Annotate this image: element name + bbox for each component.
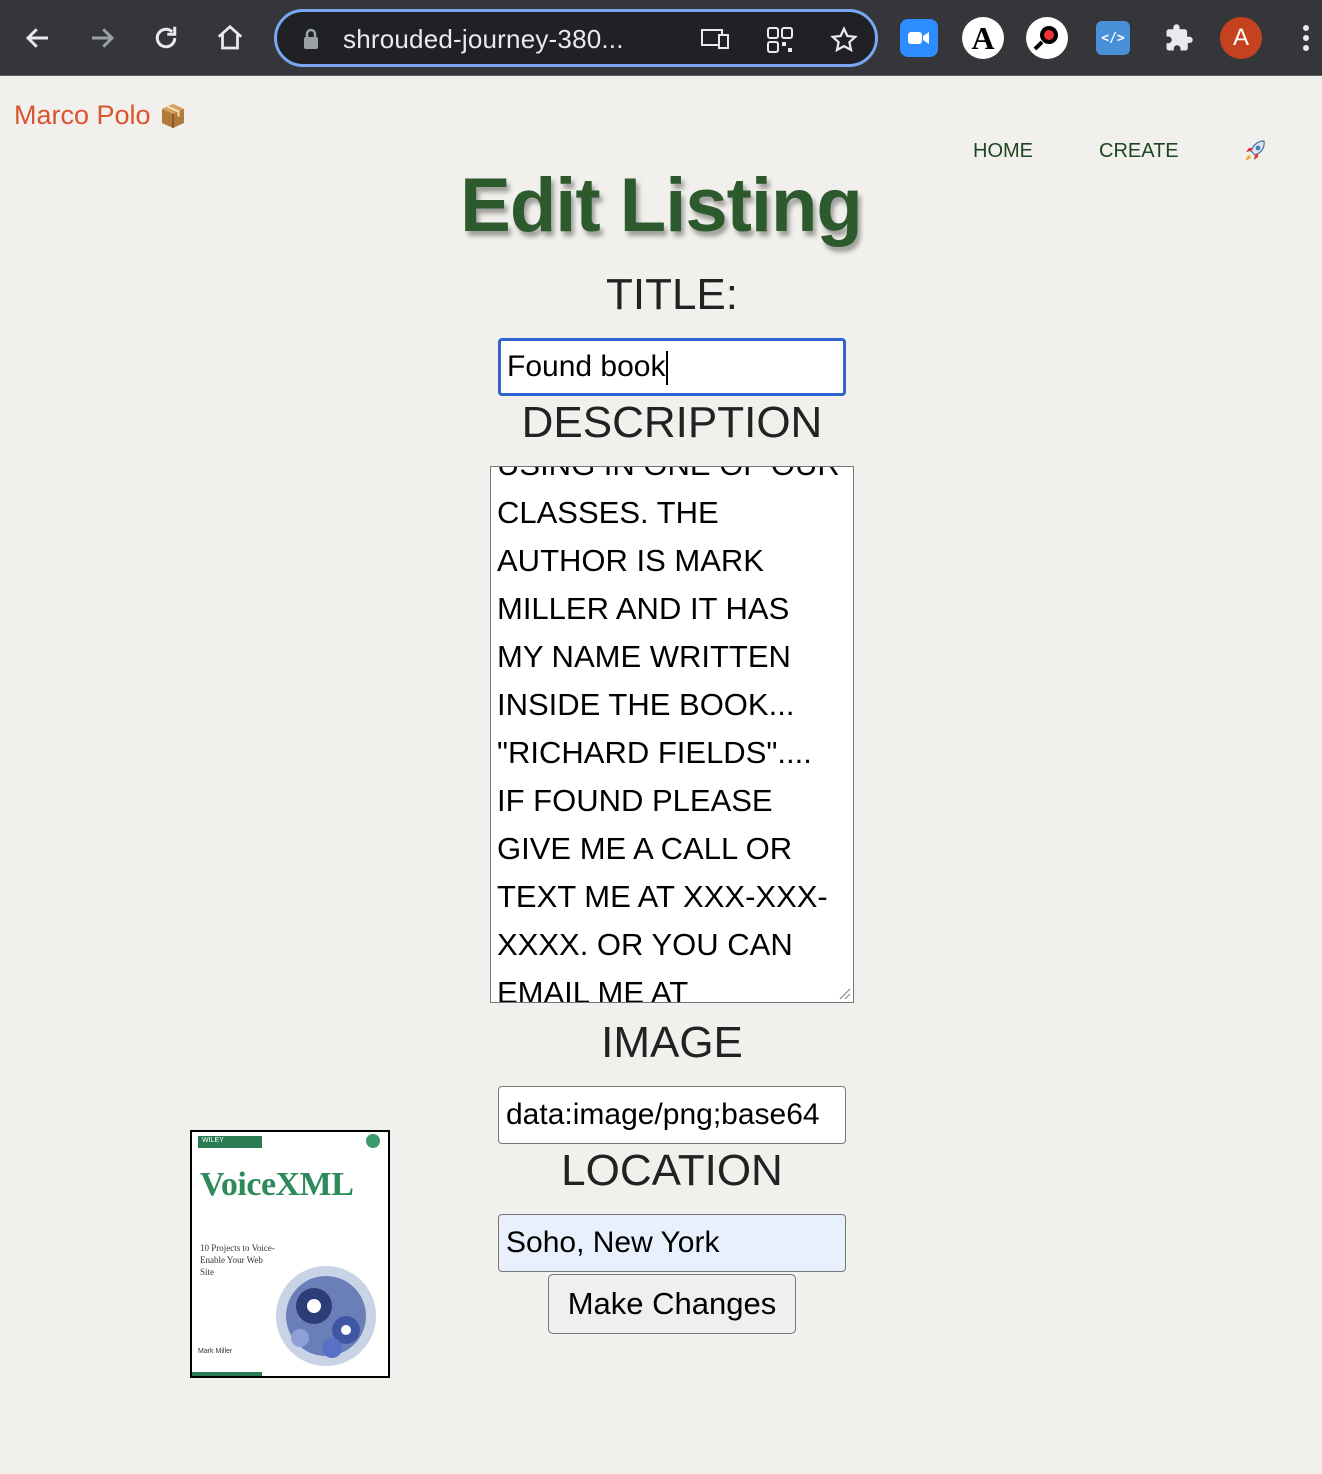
home-button[interactable] xyxy=(210,18,250,58)
code-extension-icon[interactable]: </> xyxy=(1096,21,1130,55)
menu-kebab-icon[interactable] xyxy=(1286,18,1322,58)
package-icon xyxy=(161,103,184,128)
resize-handle-icon[interactable] xyxy=(837,986,851,1000)
make-changes-button[interactable]: Make Changes xyxy=(548,1274,796,1334)
description-text: USING IN ONE OF OUR CLASSES. THE AUTHOR … xyxy=(497,467,840,1003)
reload-icon xyxy=(155,26,177,49)
gears-illustration xyxy=(276,1266,376,1366)
image-label: IMAGE xyxy=(601,1018,743,1067)
search-extension-icon[interactable] xyxy=(1026,17,1068,59)
image-url-input[interactable]: data:image/png;base64 xyxy=(498,1086,846,1144)
brand-name: Marco Polo xyxy=(14,100,151,130)
text-caret xyxy=(666,351,669,386)
nav-home-link[interactable]: HOME xyxy=(973,140,1033,163)
book-title: VoiceXML xyxy=(200,1166,354,1203)
url-text: shrouded-journey-380... xyxy=(343,24,624,54)
lock-icon xyxy=(304,28,318,49)
description-label: DESCRIPTION xyxy=(521,398,823,447)
nav-create-link[interactable]: CREATE xyxy=(1099,140,1179,163)
back-arrow-icon xyxy=(25,28,48,48)
badge-icon xyxy=(366,1134,380,1148)
page-title: Edit Listing xyxy=(460,163,863,248)
back-button[interactable] xyxy=(18,18,58,58)
home-icon xyxy=(217,24,243,50)
reload-button[interactable] xyxy=(146,18,186,58)
listing-image-preview: WILEY VoiceXML 10 Projects to Voice-Enab… xyxy=(190,1130,390,1378)
qr-code-icon[interactable] xyxy=(765,25,795,55)
title-input[interactable]: Found book xyxy=(498,338,846,396)
font-extension-icon[interactable]: A xyxy=(962,17,1004,59)
description-textarea[interactable]: USING IN ONE OF OUR CLASSES. THE AUTHOR … xyxy=(490,466,854,1003)
location-input[interactable]: Soho, New York xyxy=(498,1214,846,1272)
cover-stripe xyxy=(192,1372,262,1376)
browser-toolbar: shrouded-journey-380... A </> A xyxy=(0,0,1322,76)
forward-arrow-icon xyxy=(92,28,115,48)
title-label: TITLE: xyxy=(605,270,739,319)
book-author: Mark Miller xyxy=(198,1348,233,1355)
forward-button[interactable] xyxy=(82,18,122,58)
profile-avatar[interactable]: A xyxy=(1220,17,1262,59)
publisher-bar: WILEY xyxy=(198,1136,262,1148)
bookmark-star-icon[interactable] xyxy=(829,25,859,55)
install-app-icon[interactable] xyxy=(699,27,731,51)
brand-logo[interactable]: Marco Polo xyxy=(14,100,187,131)
address-bar[interactable]: shrouded-journey-380... xyxy=(274,9,878,67)
zoom-extension-icon[interactable] xyxy=(900,19,938,57)
puzzle-extensions-icon[interactable] xyxy=(1158,17,1200,59)
